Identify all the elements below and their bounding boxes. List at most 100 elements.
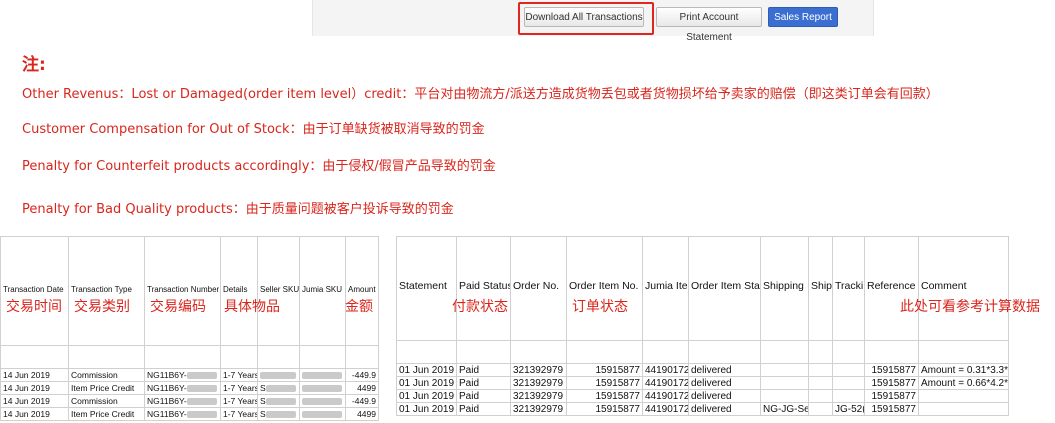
cell [832, 389, 865, 403]
cell: 1-7 Years [220, 407, 258, 421]
cell: 14 Jun 2019 [0, 407, 69, 421]
cell [299, 381, 346, 395]
cell: 01 Jun 2019 - [396, 389, 457, 403]
order-items-table: Statement Paid Status Order No. Order It… [396, 236, 1009, 416]
note-line: Other Revenus：Lost or Damaged(order item… [22, 87, 939, 102]
column-header: Statement [396, 236, 457, 341]
cell: 4499 [345, 407, 379, 421]
cell [808, 363, 833, 377]
column-header: Jumia Iter [642, 236, 689, 341]
notes-section: 注: Other Revenus：Lost or Damaged(order i… [22, 50, 939, 217]
column-header: Transaction Number [144, 236, 221, 346]
cell: S [257, 407, 300, 421]
cell: 321392979 [510, 376, 567, 390]
column-header: Order Item No. [566, 236, 643, 341]
cell: delivered [688, 389, 761, 403]
cell: 321392979 [510, 389, 567, 403]
cell [832, 363, 865, 377]
column-header: Order No. [510, 236, 567, 341]
cell: Item Price Credit [68, 381, 145, 395]
cell: 15915877 [864, 376, 919, 390]
cn-label-number: 交易编码 [150, 299, 206, 315]
cell [808, 402, 833, 416]
cn-label-status: 订单状态 [572, 299, 628, 315]
table-row: 01 Jun 2019 - Paid 321392979 15915877 44… [396, 402, 1009, 416]
notes-title: 注: [22, 55, 46, 75]
cell [760, 376, 809, 390]
cell: Paid [456, 363, 511, 377]
table-header-row: Transaction Date Transaction Type Transa… [0, 236, 379, 346]
column-header: Seller SKU [257, 236, 300, 346]
cell: 44190172 [642, 389, 689, 403]
table-row: 01 Jun 2019 - Paid 321392979 15915877 44… [396, 376, 1009, 390]
cell: Commission [68, 368, 145, 382]
note-line: Customer Compensation for Out of Stock：由… [22, 122, 485, 137]
cell: Amount = 0.31*3.3* [918, 363, 1009, 377]
column-header: Transaction Type [68, 236, 145, 346]
cell: Paid [456, 389, 511, 403]
cell: 44190172 [642, 376, 689, 390]
print-account-statement-button[interactable]: Print Account Statement [656, 7, 762, 43]
cell: 15915877 [864, 389, 919, 403]
cell: 4499 [345, 381, 379, 395]
cell: Commission [68, 394, 145, 408]
cell: 1-7 Years [220, 368, 258, 382]
cell: Item Price Credit [68, 407, 145, 421]
cell: 321392979 [510, 363, 567, 377]
cell: NG11B6Y- [144, 394, 221, 408]
table-row: 01 Jun 2019 - Paid 321392979 15915877 44… [396, 389, 1009, 403]
table-row: 14 Jun 2019 Item Price Credit NG11B6Y- 1… [0, 407, 379, 421]
cell: Amount = 0.66*4.2* [918, 376, 1009, 390]
column-header: Shipp [808, 236, 833, 341]
cell: 321392979 [510, 402, 567, 416]
cell: NG-JG-Se [760, 402, 809, 416]
cell: Paid [456, 402, 511, 416]
note-line: Penalty for Counterfeit products accordi… [22, 159, 496, 174]
cell [918, 402, 1009, 416]
sales-report-button[interactable]: Sales Report [768, 7, 838, 27]
cell: 15915877 [566, 402, 643, 416]
cell: 01 Jun 2019 - [396, 376, 457, 390]
cell [299, 407, 346, 421]
cell: JG-52( [832, 402, 865, 416]
cell: 14 Jun 2019 [0, 394, 69, 408]
table-row: 14 Jun 2019 Item Price Credit NG11B6Y- 1… [0, 381, 379, 395]
table-header-row: Statement Paid Status Order No. Order It… [396, 236, 1009, 341]
cell [808, 389, 833, 403]
cell: 15915877 [864, 402, 919, 416]
column-header: Jumia SKU [299, 236, 346, 346]
cell: 1-7 Years [220, 381, 258, 395]
cell: 14 Jun 2019 [0, 368, 69, 382]
cell: 15915877 [566, 363, 643, 377]
cell: 01 Jun 2019 - [396, 402, 457, 416]
cell [760, 363, 809, 377]
cell [918, 389, 1009, 403]
cn-label-reference: 此处可看参考计算数据 [900, 299, 1040, 315]
cell [760, 389, 809, 403]
cell [808, 376, 833, 390]
column-header: Transaction Date [0, 236, 69, 346]
column-header: Order Item Stat [688, 236, 761, 341]
cn-label-details: 具体物品 [224, 299, 280, 315]
column-header: Tracki [832, 236, 865, 341]
cell: NG11B6Y- [144, 381, 221, 395]
table-row: 14 Jun 2019 Commission NG11B6Y- 1-7 Year… [0, 394, 379, 408]
column-header: Comment [918, 236, 1009, 341]
cn-label-amount: 金额 [345, 299, 373, 315]
cn-label-date: 交易时间 [6, 299, 62, 315]
cell: 15915877 [566, 389, 643, 403]
cell: 1-7 Years [220, 394, 258, 408]
cn-label-paid: 付款状态 [452, 299, 508, 315]
cell: S [257, 381, 300, 395]
column-header: Shipping [760, 236, 809, 341]
cn-label-type: 交易类别 [74, 299, 130, 315]
cell: 01 Jun 2019 - [396, 363, 457, 377]
cell: S [257, 394, 300, 408]
cell [257, 368, 300, 382]
cell: delivered [688, 402, 761, 416]
cell: NG11B6Y- [144, 368, 221, 382]
cell: 14 Jun 2019 [0, 381, 69, 395]
note-line: Penalty for Bad Quality products：由于质量问题被… [22, 202, 454, 217]
cell: 15915877 [864, 363, 919, 377]
cell: delivered [688, 376, 761, 390]
